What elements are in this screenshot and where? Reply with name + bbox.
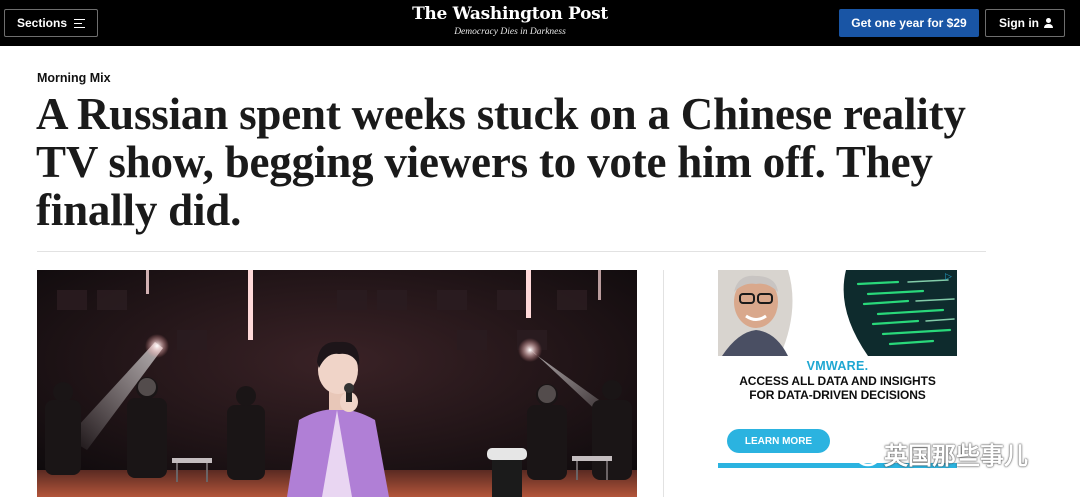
ad-headline-line-1: ACCESS ALL DATA AND INSIGHTS bbox=[739, 374, 936, 388]
masthead-tagline: Democracy Dies in Darkness bbox=[454, 27, 566, 37]
column-divider bbox=[663, 270, 664, 497]
ad-headline-line-2: FOR DATA-DRIVEN DECISIONS bbox=[749, 388, 926, 402]
ad-image bbox=[718, 270, 957, 356]
lead-photo[interactable] bbox=[37, 270, 637, 497]
sections-label: Sections bbox=[17, 16, 68, 30]
ad-learn-more-button[interactable]: LEARN MORE bbox=[727, 429, 830, 453]
wechat-icon bbox=[840, 435, 881, 467]
sign-in-button[interactable]: Sign in bbox=[985, 9, 1065, 37]
sections-menu-button[interactable]: Sections bbox=[4, 9, 98, 37]
top-navigation-bar: Sections The Washington Post Democracy D… bbox=[0, 0, 1080, 46]
washington-post-logo[interactable]: The Washington Post bbox=[390, 4, 630, 24]
masthead[interactable]: The Washington Post Democracy Dies in Da… bbox=[390, 4, 630, 37]
section-kicker-link[interactable]: Morning Mix bbox=[37, 71, 111, 85]
ad-brand: VMWARE. bbox=[806, 359, 869, 373]
hamburger-menu-icon bbox=[74, 18, 86, 28]
user-icon bbox=[1044, 18, 1053, 28]
ad-choices-icon[interactable]: ▷ bbox=[943, 271, 954, 282]
wechat-watermark: 英国那些事儿 bbox=[840, 432, 1050, 470]
headline-divider bbox=[37, 251, 986, 252]
article-headline: A Russian spent weeks stuck on a Chinese… bbox=[36, 89, 966, 235]
watermark-text: 英国那些事儿 bbox=[884, 442, 1028, 470]
subscribe-button[interactable]: Get one year for $29 bbox=[839, 9, 979, 37]
sign-in-label: Sign in bbox=[999, 16, 1039, 30]
